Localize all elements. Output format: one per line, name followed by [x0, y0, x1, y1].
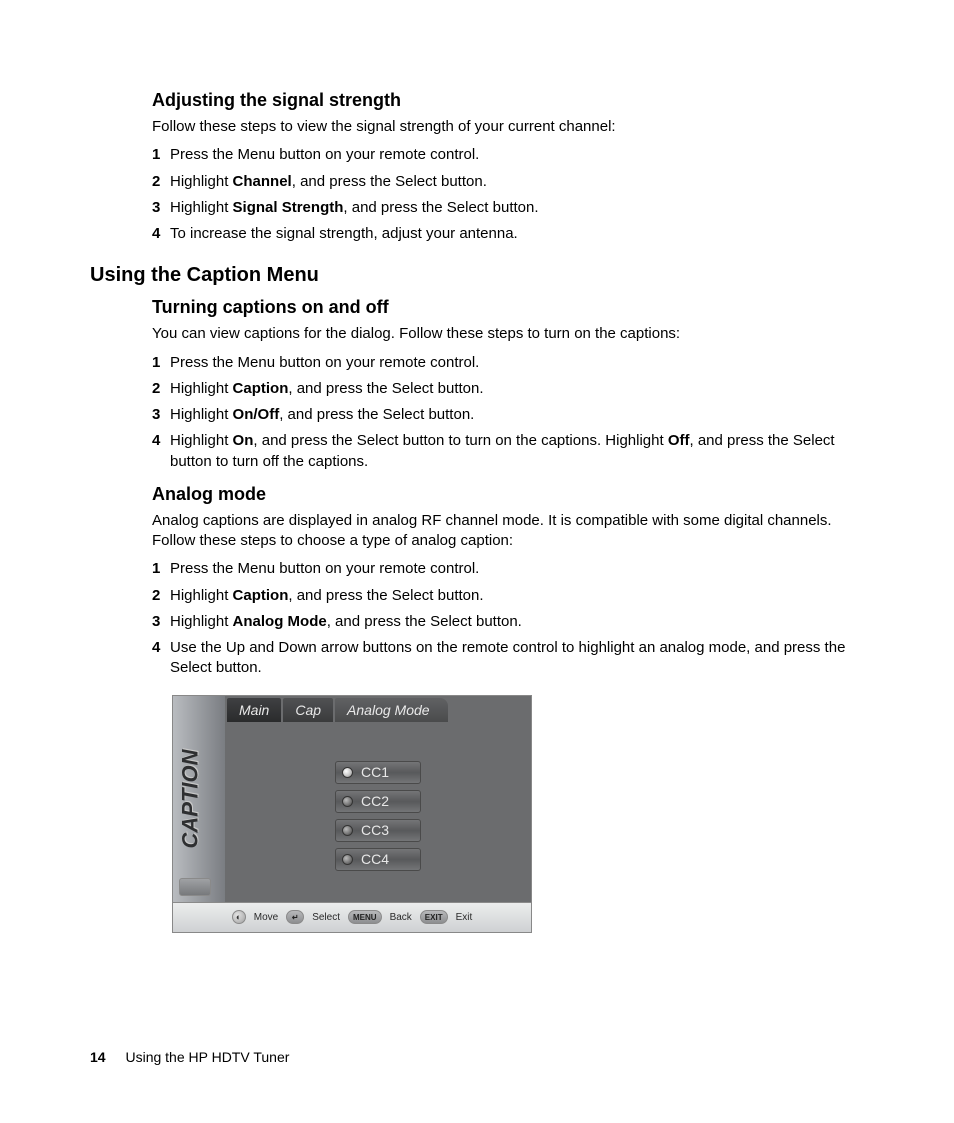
section-analog-mode: Analog mode Analog captions are displaye… [90, 484, 864, 933]
step-item: 3Highlight Signal Strength, and press th… [152, 198, 864, 218]
osd-body: CAPTION Main Cap Analog Mode CC1 [173, 696, 531, 902]
section-signal-strength: Adjusting the signal strength Follow the… [90, 90, 864, 244]
step-item: 2Highlight Channel, and press the Select… [152, 172, 864, 192]
step-item: 1Press the Menu button on your remote co… [152, 145, 864, 165]
intro-captions-onoff: You can view captions for the dialog. Fo… [152, 324, 864, 344]
steps-analog-mode: 1Press the Menu button on your remote co… [152, 559, 864, 678]
section-captions-onoff: Turning captions on and off You can view… [90, 297, 864, 472]
step-item: 4Highlight On, and press the Select butt… [152, 431, 864, 472]
osd-footer: ◐ Move ↵ Select MENU Back EXIT Exit [173, 902, 531, 932]
step-item: 2Highlight Caption, and press the Select… [152, 586, 864, 606]
osd-tab-main[interactable]: Main [227, 698, 281, 722]
step-item: 4To increase the signal strength, adjust… [152, 224, 864, 244]
steps-captions-onoff: 1Press the Menu button on your remote co… [152, 353, 864, 472]
radio-icon [342, 796, 353, 807]
heading-signal-strength: Adjusting the signal strength [152, 90, 864, 111]
osd-option-label: CC3 [361, 822, 389, 838]
radio-icon [342, 767, 353, 778]
step-item: 1Press the Menu button on your remote co… [152, 353, 864, 373]
radio-icon [342, 825, 353, 836]
steps-signal-strength: 1Press the Menu button on your remote co… [152, 145, 864, 244]
heading-captions-onoff: Turning captions on and off [152, 297, 864, 318]
footer-select-label: Select [312, 912, 340, 923]
osd-option-list: CC1 CC2 CC3 CC4 [225, 724, 531, 902]
page-number: 14 [90, 1049, 106, 1065]
step-item: 2Highlight Caption, and press the Select… [152, 379, 864, 399]
hp-logo-icon [179, 878, 211, 896]
exit-button-icon: EXIT [420, 910, 448, 924]
osd-tab-analog-mode[interactable]: Analog Mode [335, 698, 448, 722]
footer-back-label: Back [390, 912, 412, 923]
osd-tabs: Main Cap Analog Mode [225, 696, 531, 724]
intro-signal-strength: Follow these steps to view the signal st… [152, 117, 864, 137]
osd-tab-cap[interactable]: Cap [283, 698, 333, 722]
osd-option-cc2[interactable]: CC2 [335, 790, 421, 813]
osd-option-label: CC1 [361, 764, 389, 780]
page-footer: 14 Using the HP HDTV Tuner [90, 1049, 289, 1065]
osd-option-cc1[interactable]: CC1 [335, 761, 421, 784]
radio-icon [342, 854, 353, 865]
figure-osd-analog-mode: CAPTION Main Cap Analog Mode CC1 [172, 695, 532, 933]
heading-caption-menu: Using the Caption Menu [90, 264, 864, 287]
step-item: 3Highlight Analog Mode, and press the Se… [152, 612, 864, 632]
osd-main: Main Cap Analog Mode CC1 CC2 [225, 696, 531, 902]
osd-option-label: CC2 [361, 793, 389, 809]
footer-exit-label: Exit [456, 912, 473, 923]
osd-option-label: CC4 [361, 851, 389, 867]
footer-move-label: Move [254, 912, 278, 923]
step-item: 4Use the Up and Down arrow buttons on th… [152, 638, 864, 679]
page-title: Using the HP HDTV Tuner [125, 1049, 289, 1065]
step-item: 3Highlight On/Off, and press the Select … [152, 405, 864, 425]
heading-analog-mode: Analog mode [152, 484, 864, 505]
dpad-icon: ◐ [232, 910, 246, 924]
enter-icon: ↵ [286, 910, 304, 924]
menu-button-icon: MENU [348, 910, 382, 924]
intro-analog-mode: Analog captions are displayed in analog … [152, 511, 864, 552]
osd-sidebar: CAPTION [173, 696, 225, 902]
osd-option-cc3[interactable]: CC3 [335, 819, 421, 842]
step-item: 1Press the Menu button on your remote co… [152, 559, 864, 579]
osd-panel: CAPTION Main Cap Analog Mode CC1 [172, 695, 532, 933]
osd-sidebar-label: CAPTION [177, 749, 221, 848]
osd-option-cc4[interactable]: CC4 [335, 848, 421, 871]
